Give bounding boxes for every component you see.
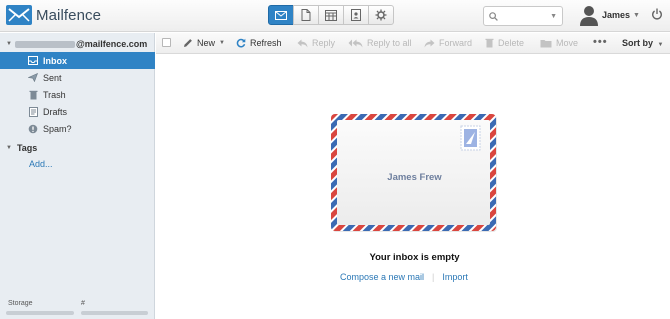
search-box[interactable]: ▼ (483, 6, 563, 26)
message-count-bar (81, 311, 148, 315)
user-menu[interactable]: James ▼ (580, 4, 640, 26)
pencil-icon (183, 38, 193, 48)
drafts-icon (28, 106, 38, 117)
account-name-redacted (14, 40, 75, 48)
refresh-button[interactable]: Refresh (236, 38, 282, 48)
reply-all-icon (348, 39, 363, 48)
more-actions-button[interactable]: ••• (593, 36, 608, 48)
sort-by-label: Sort by (622, 38, 654, 48)
sidebar-item-label: Sent (43, 72, 62, 83)
chevron-down-icon: ▼ (657, 42, 664, 48)
search-options-chevron-down-icon[interactable]: ▼ (550, 13, 557, 20)
reply-all-button[interactable]: Reply to all (348, 38, 412, 48)
reply-label: Reply (312, 38, 336, 48)
gear-icon (375, 9, 387, 21)
new-label: New (197, 38, 216, 48)
sidebar-item-inbox[interactable]: Inbox (0, 52, 155, 69)
envelope-icon (275, 10, 287, 20)
tags-label: Tags (16, 143, 38, 153)
power-icon (652, 8, 662, 20)
avatar (580, 4, 598, 26)
documents-app-button[interactable] (293, 5, 319, 25)
link-separator: | (432, 272, 435, 282)
collapse-triangle-icon[interactable]: ▼ (6, 145, 12, 151)
search-icon (489, 11, 498, 21)
forward-icon (424, 39, 435, 48)
sidebar-item-label: Inbox (43, 55, 67, 66)
chevron-down-icon: ▼ (633, 11, 640, 19)
import-link[interactable]: Import (442, 272, 468, 282)
storage-label: Storage (8, 300, 33, 307)
mailfence-logo-icon (6, 5, 32, 25)
app-name: Mailfence (36, 6, 102, 24)
collapse-triangle-icon[interactable]: ▼ (6, 41, 12, 47)
tags-section-header[interactable]: ▼ Tags (6, 143, 37, 153)
settings-app-button[interactable] (368, 5, 394, 25)
sidebar-item-trash[interactable]: Trash (0, 86, 155, 103)
account-header[interactable]: ▼ @mailfence.com (6, 39, 147, 49)
refresh-icon (236, 38, 246, 48)
sidebar-item-label: Spam? (43, 123, 72, 134)
add-tag-link[interactable]: Add... (29, 159, 53, 169)
app-logo[interactable]: Mailfence (6, 5, 101, 25)
trash-icon (485, 38, 494, 48)
move-button[interactable]: Move (540, 38, 578, 48)
new-button[interactable]: New ▼ (183, 38, 225, 48)
chevron-down-icon: ▼ (219, 40, 225, 46)
calendar-icon (325, 9, 337, 21)
user-name: James (602, 10, 631, 20)
refresh-label: Refresh (250, 38, 282, 48)
sidebar-item-spam[interactable]: Spam? (0, 120, 155, 137)
inbox-icon (28, 56, 38, 66)
delete-button[interactable]: Delete (485, 38, 524, 48)
sidebar: ▼ @mailfence.com Inbox Sent Trash Drafts… (0, 33, 155, 319)
app-switcher (268, 5, 394, 25)
top-bar: Mailfence ▼ James ▼ (0, 0, 670, 32)
storage-bar (6, 311, 74, 315)
sort-by-button[interactable]: Sort by ▼ (622, 38, 663, 48)
sidebar-item-label: Trash (43, 89, 66, 100)
delete-label: Delete (498, 38, 525, 48)
forward-button[interactable]: Forward (424, 38, 472, 48)
message-count-label: # (81, 300, 85, 307)
reply-icon (297, 39, 308, 48)
calendar-app-button[interactable] (318, 5, 344, 25)
spam-icon (28, 124, 38, 134)
document-icon (301, 9, 311, 21)
move-label: Move (556, 38, 579, 48)
folder-move-icon (540, 39, 552, 48)
sidebar-item-drafts[interactable]: Drafts (0, 103, 155, 120)
contacts-app-button[interactable] (343, 5, 369, 25)
sent-icon (28, 73, 38, 83)
empty-inbox-envelope: James Frew (331, 114, 498, 234)
mail-app-button[interactable] (268, 5, 294, 25)
sidebar-item-sent[interactable]: Sent (0, 69, 155, 86)
mail-toolbar: New ▼ Refresh Reply Reply to all Forward… (156, 33, 670, 54)
reply-button[interactable]: Reply (297, 38, 335, 48)
stamp-icon (460, 125, 481, 151)
select-all-checkbox[interactable] (162, 38, 171, 47)
reply-all-label: Reply to all (367, 38, 412, 48)
envelope-recipient-name: James Frew (387, 172, 442, 183)
account-domain: @mailfence.com (75, 39, 148, 49)
sidebar-item-label: Drafts (43, 106, 68, 117)
empty-inbox-title: Your inbox is empty (369, 252, 460, 263)
search-input[interactable] (501, 11, 551, 21)
trash-icon (28, 90, 38, 100)
logout-button[interactable] (651, 8, 663, 22)
forward-label: Forward (439, 38, 473, 48)
contacts-icon (351, 9, 361, 21)
empty-inbox-actions: Compose a new mail | Import (340, 272, 468, 282)
compose-new-mail-link[interactable]: Compose a new mail (340, 272, 424, 282)
